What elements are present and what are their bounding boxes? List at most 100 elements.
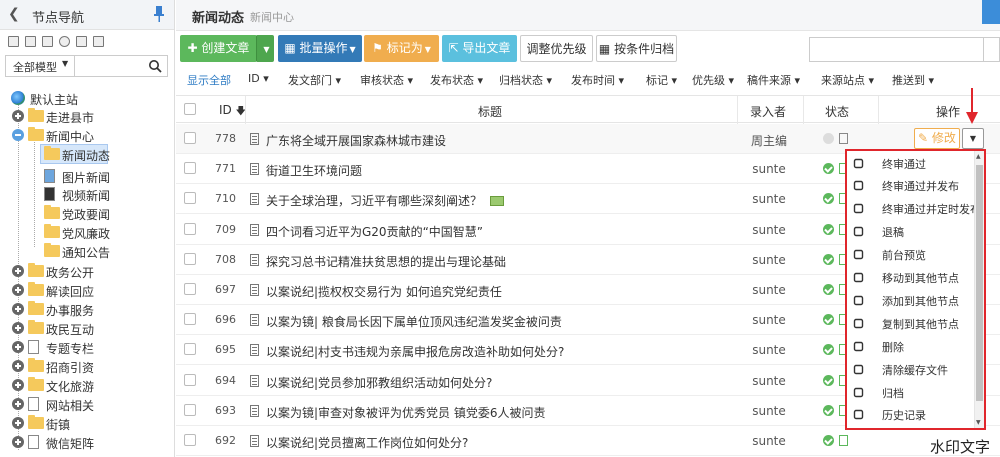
search-button[interactable] [984, 37, 1000, 62]
table-row[interactable]: 692 以案说纪|党员擅离工作岗位如何处分? sunte [176, 426, 1000, 456]
expand-icon[interactable] [12, 284, 24, 296]
expand-icon[interactable] [12, 436, 24, 448]
tree-node[interactable]: 通知公告 [0, 241, 174, 261]
create-article-dropdown[interactable]: ▼ [256, 35, 274, 62]
copy-node-icon[interactable] [8, 36, 19, 47]
filter-dropdown[interactable]: 发布时间 ▾ [571, 72, 624, 88]
tree-node[interactable]: 招商引资 [0, 356, 174, 376]
row-checkbox[interactable] [184, 132, 196, 144]
home-icon[interactable] [93, 36, 104, 47]
filter-dropdown[interactable]: 推送到 ▾ [892, 72, 934, 88]
toggle-panel-button[interactable] [982, 0, 1000, 24]
filter-dropdown[interactable]: 来源站点 ▾ [821, 72, 874, 88]
menu-item[interactable]: 终审通过并发布 [847, 174, 975, 197]
row-checkbox[interactable] [184, 162, 196, 175]
row-checkbox[interactable] [184, 222, 196, 235]
tree-node[interactable]: 政务公开 [0, 261, 174, 281]
tree-node[interactable]: 走进县市 [0, 106, 174, 126]
row-title[interactable]: 以案说纪|揽权权交易行为 如何追究党纪责任 [266, 283, 502, 300]
tree-node[interactable]: 党风廉政 [0, 222, 174, 242]
menu-item[interactable]: 复制到其他节点 [847, 312, 975, 335]
edit-button[interactable]: ✎ 修改 [914, 128, 960, 149]
tree-node[interactable]: 默认主站 [0, 88, 174, 108]
filter-dropdown[interactable]: ID ▾ [248, 72, 269, 85]
menu-item[interactable]: 添加到其他节点 [847, 289, 975, 312]
row-title[interactable]: 街道卫生环境问题 [266, 162, 362, 179]
row-checkbox[interactable] [184, 192, 196, 205]
pin-icon[interactable] [152, 5, 166, 23]
menu-item[interactable]: 归档 [847, 381, 975, 404]
menu-item[interactable]: 终审通过 [847, 152, 975, 175]
search-icon[interactable] [148, 59, 162, 73]
create-article-button[interactable]: ✚ 创建文章 [180, 35, 257, 62]
row-title[interactable]: 以案说纪|村支书违规为亲属申报危房改造补助如何处分? [266, 343, 564, 360]
collapse-icon[interactable] [12, 129, 24, 141]
tree-node[interactable]: 图片新闻 [0, 166, 174, 186]
batch-operation-button[interactable]: ▦ 批量操作 ▼ [278, 35, 362, 62]
scroll-down-icon[interactable]: ▼ [976, 419, 981, 426]
filter-dropdown[interactable]: 发文部门 ▾ [288, 72, 341, 88]
row-checkbox[interactable] [184, 373, 196, 386]
menu-item[interactable]: 删除 [847, 335, 975, 358]
page-icon[interactable] [42, 36, 53, 47]
archive-by-condition-button[interactable]: ▦ 按条件归档 [596, 35, 677, 62]
row-checkbox[interactable] [184, 252, 196, 265]
filter-dropdown[interactable]: 审核状态 ▾ [360, 72, 413, 88]
row-checkbox[interactable] [184, 313, 196, 326]
menu-item[interactable]: 移动到其他节点 [847, 266, 975, 289]
expand-icon[interactable] [12, 265, 24, 277]
export-article-button[interactable]: ⇱ 导出文章 [442, 35, 517, 62]
model-select[interactable]: 全部模型 ▼ [5, 55, 168, 77]
row-title[interactable]: 关于全球治理，习近平有哪些深刻阐述？ [266, 192, 505, 209]
row-title[interactable]: 以案说纪|党员擅离工作岗位如何处分? [266, 434, 468, 451]
row-title[interactable]: 广东将全域开展国家森林城市建设 [266, 132, 446, 149]
menu-item[interactable]: 清除缓存文件 [847, 358, 975, 381]
expand-icon[interactable] [12, 110, 24, 122]
tree-node[interactable]: 专题专栏 [0, 337, 174, 357]
row-title[interactable]: 四个词看习近平为G20贡献的“中国智慧” [266, 223, 483, 240]
row-title[interactable]: 以案说纪|党员参加邪教组织活动如何处分? [266, 374, 492, 391]
row-checkbox[interactable] [184, 403, 196, 416]
globe-icon[interactable] [59, 36, 70, 47]
tree-node[interactable]: 解读回应 [0, 280, 174, 300]
tree-node[interactable]: 文化旅游 [0, 375, 174, 395]
filter-dropdown[interactable]: 稿件来源 ▾ [747, 72, 800, 88]
menu-scrollbar[interactable]: ▲ ▼ [974, 151, 984, 428]
tree-node[interactable]: 微信矩阵 [0, 432, 174, 452]
tree-node[interactable]: 政民互动 [0, 318, 174, 338]
filter-dropdown[interactable]: 归档状态 ▾ [499, 72, 552, 88]
filter-dropdown[interactable]: 标记 ▾ [646, 72, 677, 88]
expand-icon[interactable] [12, 322, 24, 334]
filter-dropdown[interactable]: 发布状态 ▾ [430, 72, 483, 88]
expand-icon[interactable] [12, 360, 24, 372]
paste-node-icon[interactable] [25, 36, 36, 47]
search-input[interactable] [809, 37, 984, 62]
menu-item[interactable]: 前台预览 [847, 243, 975, 266]
select-all-checkbox[interactable] [184, 103, 196, 115]
tree-node[interactable]: 视频新闻 [0, 184, 174, 204]
scroll-thumb[interactable] [976, 165, 983, 401]
menu-item[interactable]: 终审通过并定时发布 [847, 197, 981, 220]
row-title[interactable]: 以案为镜|审查对象被评为优秀党员 镇党委6人被问责 [266, 404, 546, 421]
tree-node[interactable]: 新闻动态 [0, 144, 174, 164]
tree-node[interactable]: 党政要闻 [0, 203, 174, 223]
tree-node[interactable]: 街镇 [0, 413, 174, 433]
tree-node[interactable]: 网站相关 [0, 394, 174, 414]
expand-icon[interactable] [12, 417, 24, 429]
mark-as-button[interactable]: ⚑ 标记为 ▼ [364, 35, 439, 62]
filter-dropdown[interactable]: 优先级 ▾ [692, 72, 734, 88]
expand-icon[interactable] [12, 398, 24, 410]
more-operations-dropdown[interactable]: ▼ [962, 128, 984, 149]
col-id[interactable]: ID 🡇 [219, 103, 246, 121]
file-icon[interactable] [76, 36, 87, 47]
row-checkbox[interactable] [184, 343, 196, 356]
chevron-left-icon[interactable]: ❮ [8, 6, 20, 22]
expand-icon[interactable] [12, 379, 24, 391]
tree-node[interactable]: 新闻中心 [0, 125, 174, 145]
expand-icon[interactable] [12, 303, 24, 315]
row-title[interactable]: 以案为镜| 粮食局长因下属单位顶风违纪滥发奖金被问责 [266, 313, 562, 330]
menu-item[interactable]: 退稿 [847, 220, 975, 243]
filter-show-all[interactable]: 显示全部 [187, 72, 231, 88]
row-checkbox[interactable] [184, 283, 196, 295]
row-checkbox[interactable] [184, 434, 196, 446]
